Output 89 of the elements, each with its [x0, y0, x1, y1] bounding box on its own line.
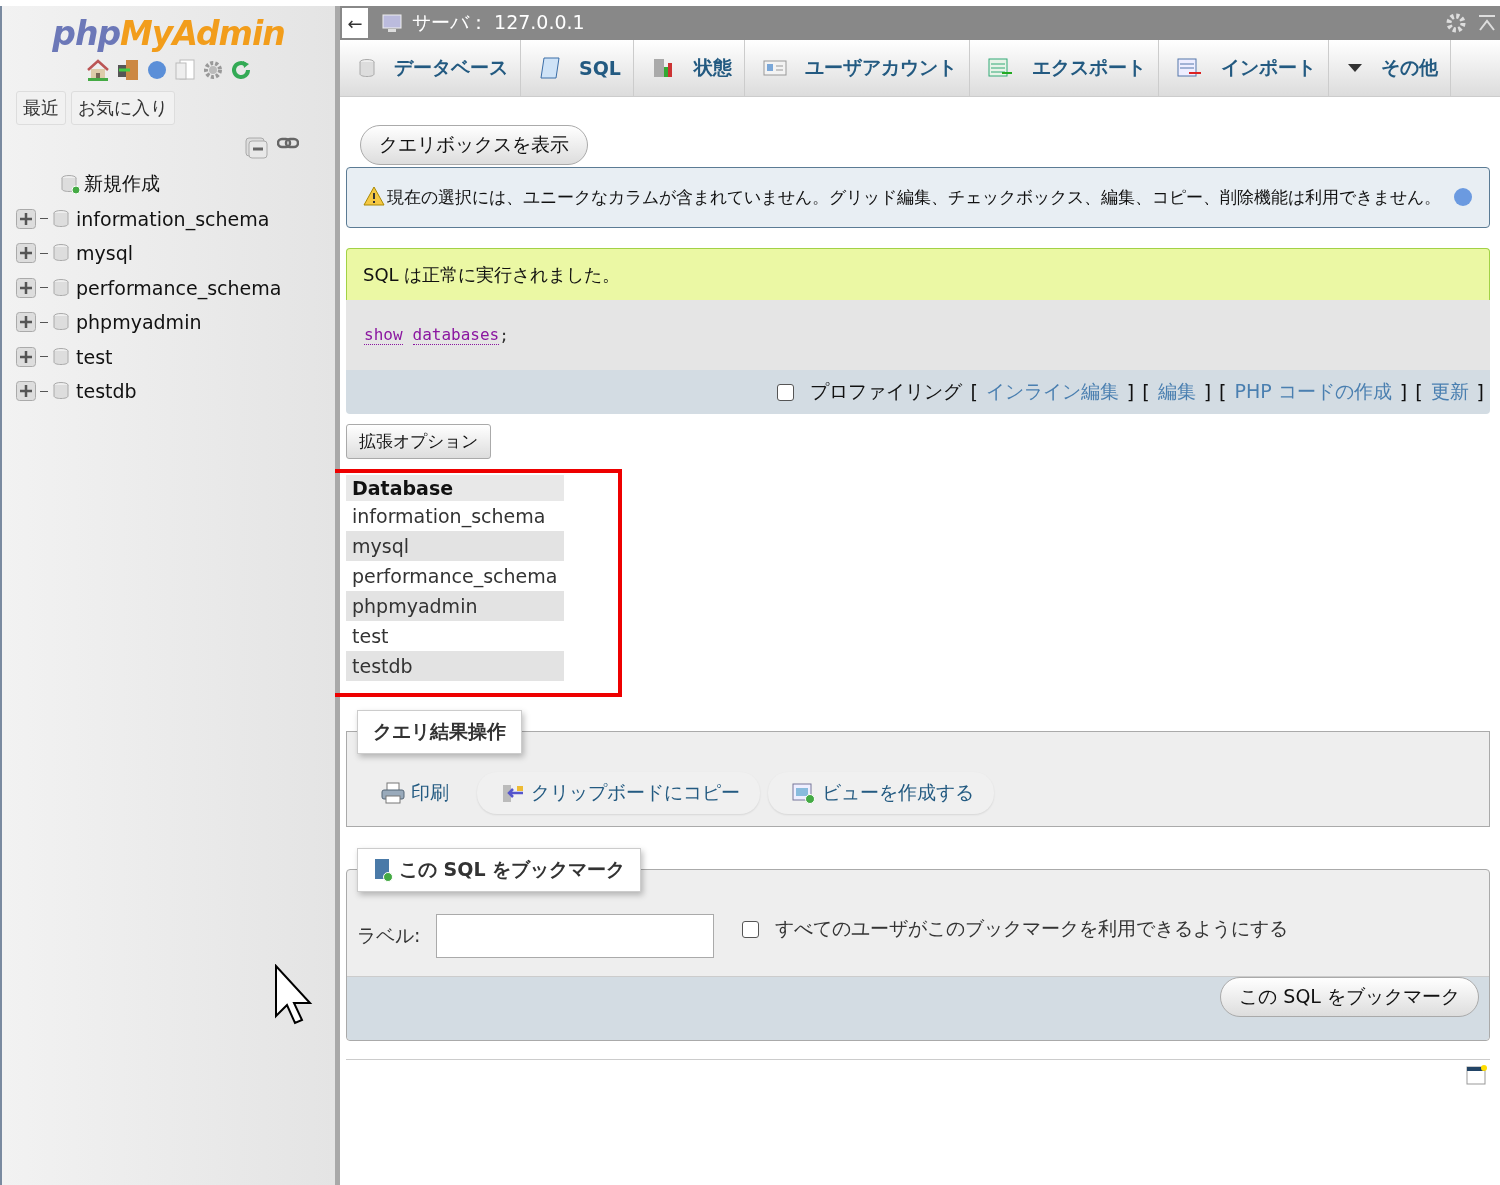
tree-item[interactable]: testdb — [76, 380, 137, 403]
printer-icon — [381, 782, 405, 804]
database-icon — [52, 277, 72, 298]
database-icon — [52, 312, 72, 333]
bracket: ] — [1399, 381, 1408, 403]
action-button[interactable]: クリップボードにコピー — [477, 772, 760, 814]
settings-icon[interactable] — [1444, 11, 1468, 35]
sql-keyword-link[interactable]: databases — [412, 325, 500, 345]
nav-tab[interactable]: SQL — [521, 40, 634, 96]
nav-tab[interactable]: 状態 — [633, 40, 745, 96]
extra-options-button[interactable]: 拡張オプション — [346, 424, 491, 459]
help-icon[interactable] — [1453, 187, 1473, 207]
collapse-up-icon[interactable] — [1478, 14, 1496, 32]
window-add-icon — [792, 782, 816, 804]
label-input-field[interactable] — [436, 914, 715, 958]
panel-legend: この SQL をブックマーク — [357, 848, 642, 892]
table-cell: testdb — [346, 651, 564, 681]
checkbox[interactable] — [777, 383, 795, 401]
panel-legend: クエリ結果操作 — [357, 710, 522, 754]
console-window-icon[interactable] — [1466, 1064, 1488, 1086]
bracket: [ — [970, 381, 978, 403]
clipboard-arrow-icon — [501, 782, 525, 804]
book-add-icon — [373, 858, 393, 882]
table-cell: information_schema — [346, 501, 564, 531]
database-icon — [358, 58, 376, 78]
plus-icon[interactable] — [16, 208, 36, 229]
nav-tab[interactable]: データベース — [340, 40, 521, 96]
warning-icon — [363, 186, 385, 206]
plus-icon[interactable] — [16, 312, 36, 333]
column-header: Database — [346, 475, 564, 501]
field-label: ラベル: — [357, 923, 421, 948]
action-button[interactable]: ビューを作成する — [768, 772, 994, 814]
bracket: [ — [1219, 381, 1227, 403]
database-icon — [52, 208, 72, 229]
bracket: ] — [1126, 381, 1135, 403]
nav-tab[interactable]: ユーザアカウント — [744, 40, 970, 96]
door-exit-icon[interactable] — [115, 59, 140, 81]
bracket: [ — [1142, 381, 1150, 403]
sidebar-tab[interactable]: お気に入り — [71, 91, 175, 125]
spreadsheet-arrow-icon — [1176, 57, 1203, 79]
bracket: [ — [1415, 381, 1423, 403]
database-icon — [52, 243, 72, 264]
show-query-box-button[interactable]: クエリボックスを表示 — [360, 125, 588, 165]
plus-icon[interactable] — [16, 346, 36, 367]
caret-icon — [1346, 63, 1363, 73]
plus-icon[interactable] — [16, 381, 36, 402]
bracket: ] — [1476, 381, 1484, 403]
action-button[interactable]: 印刷 — [375, 772, 469, 814]
mouse-cursor-icon — [274, 964, 314, 1026]
collapse-all-icon[interactable] — [245, 137, 269, 159]
table-cell: performance_schema — [346, 561, 564, 591]
home-icon[interactable] — [85, 59, 110, 81]
notice-message: 現在の選択には、ユニークなカラムが含まれていません。グリッド編集、チェックボックス、編集、コピー、削除機能は利用できません。 — [346, 167, 1490, 228]
database-icon — [52, 381, 72, 402]
nav-tab[interactable]: その他 — [1328, 40, 1451, 96]
link-icon[interactable] — [277, 137, 299, 149]
reload-icon[interactable] — [229, 59, 252, 81]
tree-item[interactable]: test — [76, 345, 113, 368]
back-button[interactable]: ← — [342, 8, 368, 38]
database-icon — [52, 346, 72, 367]
monitor-icon — [382, 13, 404, 33]
logo-wordmark[interactable]: phpMyAdmin — [2, 14, 335, 53]
id-card-icon — [762, 59, 787, 77]
nav-tab[interactable]: インポート — [1158, 40, 1329, 96]
checkbox-label: すべてのユーザがこのブックマークを利用できるようにする — [775, 916, 1289, 941]
bookmark-submit-button[interactable]: この SQL をブックマーク — [1220, 977, 1479, 1017]
sidebar-tab[interactable]: 最近 — [16, 91, 66, 125]
table-cell: phpmyadmin — [346, 591, 564, 621]
checkbox-label: プロファイリング — [810, 379, 963, 404]
spreadsheet-arrow-icon — [987, 57, 1014, 79]
success-message: SQL は正常に実行されました。 — [346, 248, 1490, 300]
tree-item[interactable]: information_schema — [76, 207, 270, 230]
table-cell: test — [346, 621, 564, 651]
tree-item[interactable]: 新規作成 — [84, 171, 160, 198]
tree-item[interactable]: phpmyadmin — [76, 311, 202, 334]
sql-keyword-link[interactable]: show — [364, 325, 403, 345]
server-breadcrumb[interactable]: サーバ： 127.0.0.1 — [412, 10, 585, 36]
checkbox[interactable] — [742, 920, 760, 938]
plus-icon[interactable] — [16, 277, 36, 298]
database-add-icon — [60, 174, 80, 195]
tree-item[interactable]: performance_schema — [76, 276, 282, 299]
plus-icon[interactable] — [16, 243, 36, 264]
bracket: ] — [1203, 381, 1212, 403]
tree-item[interactable]: mysql — [76, 242, 133, 265]
nav-tab[interactable]: エクスポート — [969, 40, 1159, 96]
help-icon[interactable] — [145, 59, 168, 81]
sql-punctuation: ; — [499, 325, 509, 345]
scroll-icon — [539, 56, 561, 80]
table-cell: mysql — [346, 531, 564, 561]
